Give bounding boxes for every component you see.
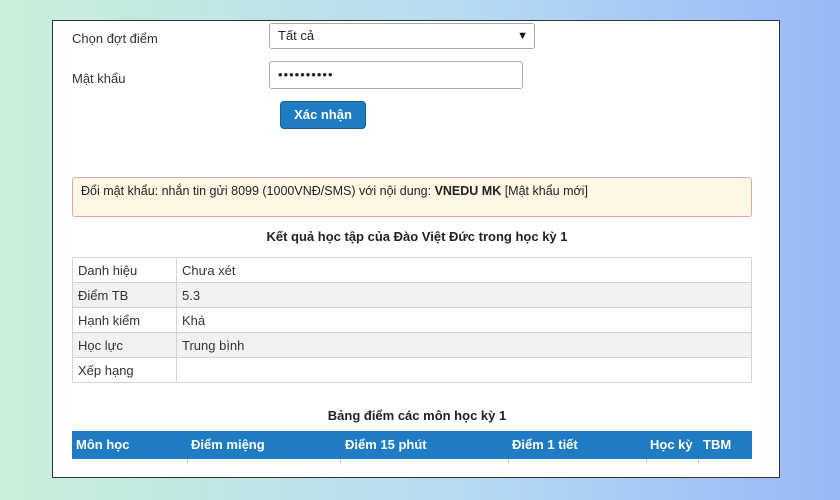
col-1period: Điểm 1 tiết [512,437,578,452]
column-divider [187,459,188,463]
row-key: Hạnh kiểm [72,307,177,333]
notice-suffix: [Mật khẩu mới] [501,184,588,198]
row-value: Chưa xét [176,257,752,283]
table-row: Danh hiệu Chưa xét [72,257,752,283]
password-change-notice: Đổi mật khẩu: nhắn tin gửi 8099 (1000VNĐ… [72,177,752,217]
column-divider [646,459,647,463]
period-label: Chọn đợt điểm [72,31,158,46]
period-select[interactable]: Tất cả ▼ [269,23,535,49]
col-tbm: TBM [703,437,732,452]
column-divider [340,459,341,463]
period-select-value: Tất cả [278,28,315,43]
table-row: Học lực Trung bình [72,332,752,358]
caret-down-icon: ▼ [517,30,528,42]
result-table: Danh hiệu Chưa xét Điểm TB 5.3 Hạnh kiểm… [72,257,752,383]
table-row: Xếp hạng [72,357,752,383]
notice-text: Đổi mật khẩu: nhắn tin gửi 8099 (1000VNĐ… [81,184,435,198]
col-semester: Học kỳ [650,437,693,452]
col-15min: Điểm 15 phút [345,437,427,452]
row-key: Điểm TB [72,282,177,308]
table-row: Điểm TB 5.3 [72,282,752,308]
row-value [176,357,752,383]
row-value: Khá [176,307,752,333]
password-label: Mật khẩu [72,71,126,86]
grades-table-header: Môn học Điểm miệng Điểm 15 phút Điểm 1 t… [72,431,752,463]
confirm-button[interactable]: Xác nhận [280,101,366,129]
row-key: Xếp hạng [72,357,177,383]
column-divider [508,459,509,463]
column-divider [698,459,699,463]
notice-sms-code: VNEDU MK [434,184,502,198]
row-key: Danh hiệu [72,257,177,283]
row-value: 5.3 [176,282,752,308]
row-key: Học lực [72,332,177,358]
grade-lookup-panel: Chọn đợt điểm Tất cả ▼ Mật khẩu ••••••••… [52,20,780,478]
row-value: Trung bình [176,332,752,358]
password-input[interactable]: •••••••••• [269,61,523,89]
table-row: Hạnh kiểm Khá [72,307,752,333]
grades-title: Bảng điểm các môn học kỳ 1 [327,408,507,423]
col-oral: Điểm miệng [191,437,265,452]
result-title: Kết quả học tập của Đào Việt Đức trong h… [266,229,568,244]
col-subject: Môn học [76,437,130,452]
